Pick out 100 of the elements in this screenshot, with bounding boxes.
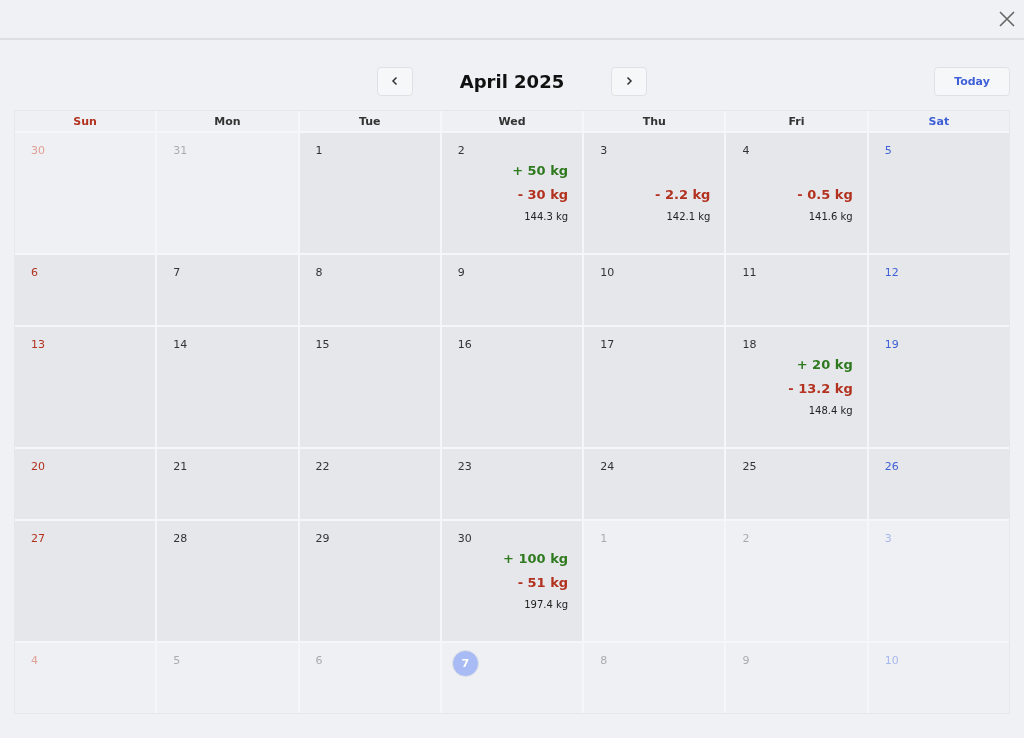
day-number: 24 <box>600 459 615 475</box>
gain-value: + 50 kg <box>512 162 569 180</box>
day-cell[interactable]: 23 <box>441 449 583 519</box>
day-cell[interactable]: 30 + 100 kg - 51 kg 197.4 kg <box>441 521 583 641</box>
day-cell[interactable]: 22 <box>299 449 440 519</box>
gain-value: + 20 kg <box>796 356 853 374</box>
day-cell[interactable]: 18 + 20 kg - 13.2 kg 148.4 kg <box>726 327 867 447</box>
weekday-header: Fri <box>726 111 867 131</box>
day-cell[interactable]: 6 <box>15 255 156 325</box>
day-number: 7 <box>173 265 181 281</box>
day-cell[interactable]: 11 <box>726 255 867 325</box>
loss-value: - 0.5 kg <box>797 186 853 204</box>
day-cell[interactable]: 25 <box>726 449 867 519</box>
day-cell[interactable]: 8 <box>299 255 440 325</box>
day-number: 3 <box>600 143 608 159</box>
day-number: 22 <box>315 459 330 475</box>
day-number: 30 <box>31 143 45 159</box>
gain-value: + 100 kg <box>503 550 569 568</box>
next-month-button[interactable] <box>611 66 647 96</box>
day-number: 26 <box>884 459 899 475</box>
total-weight: 148.4 kg <box>808 404 853 418</box>
day-number: 19 <box>884 337 899 353</box>
day-number: 9 <box>457 265 465 281</box>
month-title: April 2025 <box>458 70 566 92</box>
day-number: 6 <box>31 265 38 281</box>
day-cell[interactable]: 10 <box>584 255 725 325</box>
total-weight: 144.3 kg <box>524 210 569 224</box>
day-number: 10 <box>884 653 899 669</box>
day-number: 20 <box>31 459 45 475</box>
day-cell[interactable]: 2 + 50 kg - 30 kg 144.3 kg <box>441 133 583 253</box>
day-number: 11 <box>742 265 757 281</box>
day-number: 1 <box>315 143 323 159</box>
day-number: 30 <box>457 531 472 547</box>
weekday-header: Mon <box>157 111 298 131</box>
day-cell[interactable]: 17 <box>584 327 725 447</box>
chevron-left-icon <box>390 76 400 86</box>
day-cell[interactable]: 28 <box>157 521 298 641</box>
day-number: 2 <box>742 531 750 547</box>
day-cell[interactable]: 1 <box>299 133 440 253</box>
day-number: 3 <box>884 531 892 547</box>
day-number: 6 <box>315 653 323 669</box>
day-cell[interactable]: 3 - 2.2 kg 142.1 kg <box>584 133 725 253</box>
day-number: 12 <box>884 265 899 281</box>
today-button[interactable]: Today <box>934 66 1010 96</box>
day-number: 14 <box>173 337 188 353</box>
day-cell[interactable]: 9 <box>441 255 583 325</box>
day-number: 5 <box>884 143 892 159</box>
day-number: 1 <box>600 531 608 547</box>
day-cell[interactable]: 12 <box>868 255 1009 325</box>
day-cell[interactable]: 19 <box>868 327 1009 447</box>
day-cell[interactable]: 24 <box>584 449 725 519</box>
total-weight: 142.1 kg <box>666 210 711 224</box>
day-number: 10 <box>600 265 615 281</box>
day-cell[interactable]: 20 <box>15 449 156 519</box>
total-weight: 197.4 kg <box>524 598 569 612</box>
day-cell[interactable]: 7 <box>157 255 298 325</box>
day-number: 5 <box>173 653 181 669</box>
day-number: 4 <box>742 143 750 159</box>
loss-value: - 13.2 kg <box>788 380 853 398</box>
day-number: 15 <box>315 337 330 353</box>
day-number: 2 <box>457 143 465 159</box>
day-number: 31 <box>173 143 188 159</box>
day-number: 23 <box>457 459 472 475</box>
total-weight: 141.6 kg <box>808 210 853 224</box>
loss-value: - 2.2 kg <box>655 186 711 204</box>
weekday-header: Wed <box>441 111 583 131</box>
loss-value: - 30 kg <box>517 186 569 204</box>
day-cell[interactable]: 4 - 0.5 kg 141.6 kg <box>726 133 867 253</box>
weekday-header: Sun <box>15 111 156 131</box>
weekday-header: Sat <box>868 111 1009 131</box>
day-number: 28 <box>173 531 188 547</box>
day-cell[interactable]: 27 <box>15 521 156 641</box>
day-number: 9 <box>742 653 750 669</box>
day-cell[interactable]: 5 <box>868 133 1009 253</box>
day-number: 18 <box>742 337 757 353</box>
loss-value: - 51 kg <box>517 574 569 592</box>
day-cell[interactable]: 21 <box>157 449 298 519</box>
close-button[interactable] <box>998 10 1016 28</box>
day-number: 27 <box>31 531 45 547</box>
day-number: 25 <box>742 459 757 475</box>
day-cell[interactable]: 16 <box>441 327 583 447</box>
day-cell[interactable]: 29 <box>299 521 440 641</box>
day-number: 8 <box>600 653 608 669</box>
day-number: 21 <box>173 459 188 475</box>
day-cell[interactable]: 13 <box>15 327 156 447</box>
day-number: 8 <box>315 265 323 281</box>
day-cell[interactable]: 15 <box>299 327 440 447</box>
day-cell[interactable]: 26 <box>868 449 1009 519</box>
day-cell[interactable]: 14 <box>157 327 298 447</box>
day-number: 13 <box>31 337 45 353</box>
chevron-right-icon <box>624 76 634 86</box>
previous-month-button[interactable] <box>377 66 413 96</box>
day-number: 4 <box>31 653 38 669</box>
day-number: 16 <box>457 337 472 353</box>
day-number: 29 <box>315 531 330 547</box>
weekday-header: Tue <box>299 111 440 131</box>
today-day-number: 7 <box>451 650 479 677</box>
day-number: 17 <box>600 337 615 353</box>
weekday-header: Thu <box>584 111 725 131</box>
close-icon <box>998 10 1016 28</box>
